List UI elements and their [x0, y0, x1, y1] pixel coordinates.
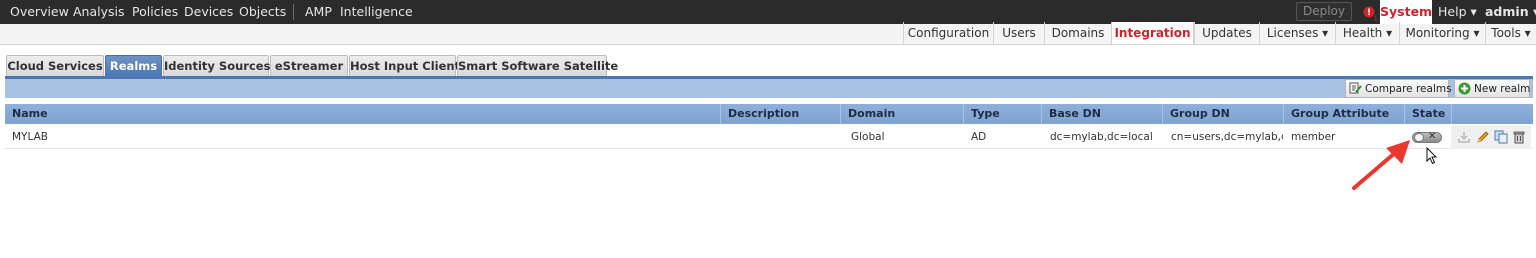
subnav-divider: [0, 44, 1536, 45]
subnav-licenses[interactable]: Licenses ▾: [1259, 22, 1335, 44]
alert-icon[interactable]: 1: [1362, 5, 1378, 21]
nav-analysis[interactable]: Analysis: [73, 0, 125, 24]
subnav-domains[interactable]: Domains: [1044, 22, 1111, 44]
subnav-users[interactable]: Users: [993, 22, 1044, 44]
realm-base-dn: dc=mylab,dc=local: [1050, 131, 1153, 143]
trash-icon[interactable]: [1512, 130, 1526, 144]
admin-menu[interactable]: admin ▾: [1485, 0, 1536, 24]
column-header-actions: [1451, 104, 1533, 124]
download-icon[interactable]: [1457, 130, 1471, 144]
column-header-description[interactable]: Description: [720, 104, 840, 124]
tab-identity-sources[interactable]: Identity Sources: [163, 55, 270, 76]
nav-amp[interactable]: AMP: [305, 0, 332, 24]
deploy-button[interactable]: Deploy: [1296, 2, 1352, 21]
compare-realms-button[interactable]: Compare realms: [1345, 79, 1452, 98]
nav-intelligence[interactable]: Intelligence: [340, 0, 413, 24]
pencil-icon[interactable]: [1476, 130, 1490, 144]
nav-devices[interactable]: Devices: [184, 0, 233, 24]
column-header-state[interactable]: State: [1404, 104, 1451, 124]
column-header-base-dn[interactable]: Base DN: [1041, 104, 1162, 124]
nav-policies[interactable]: Policies: [132, 0, 178, 24]
help-menu[interactable]: Help ▾: [1438, 0, 1477, 24]
new-realm-label: New realm: [1474, 83, 1531, 95]
realm-domain: Global: [851, 131, 885, 143]
tab-cloud-services[interactable]: Cloud Services: [6, 55, 104, 76]
column-header-name[interactable]: Name: [5, 104, 720, 124]
tab-host-input-client[interactable]: Host Input Client: [349, 55, 460, 76]
nav-objects[interactable]: Objects: [239, 0, 286, 24]
realm-description: [727, 125, 837, 149]
subnav-health[interactable]: Health ▾: [1335, 22, 1399, 44]
copy-icon[interactable]: [1494, 130, 1508, 144]
tab-realms[interactable]: Realms: [105, 55, 162, 76]
column-header-type[interactable]: Type: [963, 104, 1041, 124]
mouse-cursor-icon: [1426, 147, 1438, 165]
system-menu[interactable]: System: [1380, 0, 1432, 24]
column-header-domain[interactable]: Domain: [840, 104, 963, 124]
realm-state-toggle[interactable]: ✕: [1412, 131, 1442, 143]
subnav-configuration[interactable]: Configuration: [903, 22, 993, 44]
tab-smart-software-satellite[interactable]: Smart Software Satellite: [457, 55, 618, 76]
realm-group-dn: cn=users,dc=mylab,dc=: [1171, 131, 1283, 143]
realm-name: MYLAB: [12, 131, 48, 143]
alert-count: 1: [1374, 15, 1378, 22]
subnav-integration[interactable]: Integration: [1111, 22, 1194, 44]
subnav-monitoring[interactable]: Monitoring ▾: [1399, 22, 1485, 44]
nav-divider: [293, 4, 294, 20]
disabled-x-icon: ✕: [1428, 131, 1437, 142]
tab-estreamer[interactable]: eStreamer: [270, 55, 348, 76]
realms-toolbar: [5, 79, 1533, 98]
new-realm-button[interactable]: New realm: [1454, 79, 1530, 98]
subnav-updates[interactable]: Updates: [1194, 22, 1259, 44]
toggle-knob: [1414, 133, 1424, 142]
add-icon: [1458, 82, 1471, 95]
compare-realms-label: Compare realms: [1365, 83, 1452, 95]
annotation-arrow-icon: [1352, 140, 1410, 190]
compare-icon: [1349, 82, 1362, 94]
column-header-group-dn[interactable]: Group DN: [1162, 104, 1283, 124]
subnav-tools[interactable]: Tools ▾: [1485, 22, 1536, 44]
nav-overview[interactable]: Overview: [10, 0, 69, 24]
realm-type: AD: [971, 131, 987, 143]
column-header-group-attribute[interactable]: Group Attribute: [1283, 104, 1404, 124]
